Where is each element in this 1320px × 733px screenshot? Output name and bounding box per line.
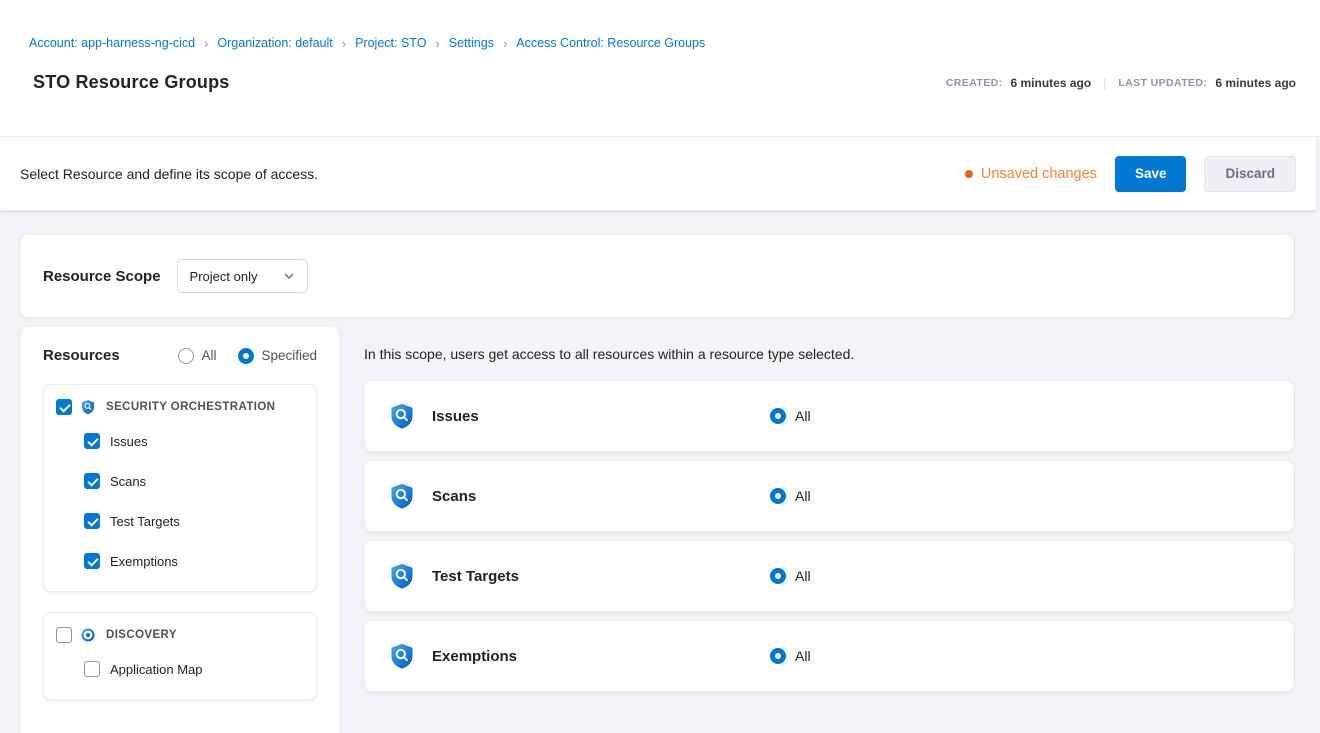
checkbox-label: Scans [110,474,146,489]
chevron-right-icon: › [435,37,439,50]
breadcrumb-resource-groups-link[interactable]: Access Control: Resource Groups [516,36,705,50]
resource-checkbox-application-map[interactable]: Application Map [84,649,302,689]
discard-button[interactable]: Discard [1204,156,1296,192]
radio-unselected-icon[interactable] [178,348,194,364]
resource-row-radio-all[interactable]: All [770,408,811,424]
resource-row-label: Issues [432,408,770,425]
resource-scope-label: Resource Scope [43,268,161,285]
checkbox-unchecked-icon[interactable] [84,661,100,677]
chevron-right-icon: › [342,37,346,50]
radio-selected-icon[interactable] [770,568,786,584]
chevron-right-icon: › [503,37,507,50]
group-checkbox-checked[interactable] [56,399,72,415]
resources-panel-title: Resources [43,347,120,364]
checkbox-label: Application Map [110,662,203,677]
save-button[interactable]: Save [1115,156,1187,192]
resource-scope-card: Resource Scope Project only [20,234,1294,318]
radio-selected-icon[interactable] [770,648,786,664]
breadcrumb-settings-link[interactable]: Settings [449,36,494,50]
last-updated-value: 6 minutes ago [1215,76,1296,90]
group-checkbox-unchecked[interactable] [56,627,72,643]
resources-radio-specified[interactable]: Specified [238,348,317,364]
group-header: DISCOVERY [56,627,302,643]
group-name: SECURITY ORCHESTRATION [106,401,275,413]
created-label: CREATED: [946,77,1003,89]
checkbox-label: Test Targets [110,514,180,529]
resource-row-scans: Scans All [364,460,1294,532]
radio-selected-icon[interactable] [770,408,786,424]
action-toolbar: Select Resource and define its scope of … [0,137,1316,210]
radio-all-label: All [201,348,216,363]
resource-row-test-targets: Test Targets All [364,540,1294,612]
resource-row-exemptions: Exemptions All [364,620,1294,692]
last-updated-label: LAST UPDATED: [1118,77,1207,89]
unsaved-changes-label: Unsaved changes [981,166,1097,182]
resource-checkbox-test-targets[interactable]: Test Targets [84,501,302,541]
breadcrumb-project-link[interactable]: Project: STO [355,36,426,50]
resource-row-label: Exemptions [432,648,770,665]
resource-scope-selected-value: Project only [190,269,258,284]
resource-row-radio-all[interactable]: All [770,488,811,504]
chevron-right-icon: › [204,37,208,50]
timestamps: CREATED: 6 minutes ago | LAST UPDATED: 6… [946,76,1296,90]
radio-all-label: All [795,568,811,584]
page-title: STO Resource Groups [33,72,230,93]
shield-search-icon [80,399,96,415]
created-value: 6 minutes ago [1011,76,1092,90]
chevron-down-icon [283,270,295,282]
shield-search-icon [388,482,416,510]
checkbox-label: Exemptions [110,554,178,569]
unsaved-changes-indicator: Unsaved changes [965,166,1097,182]
checkbox-checked-icon[interactable] [84,513,100,529]
breadcrumb: Account: app-harness-ng-cicd › Organizat… [29,36,1296,50]
main-content: Resource Scope Project only Resources Al… [0,210,1320,733]
discovery-icon [80,627,96,643]
checkbox-checked-icon[interactable] [84,433,100,449]
resources-radio-all[interactable]: All [178,348,216,364]
resource-group-discovery: DISCOVERY Application Map [43,612,317,700]
resource-group-security-orchestration: SECURITY ORCHESTRATION Issues Scans Test… [43,384,317,592]
resources-panel: Resources All Specified SECURITY ORCHEST… [20,326,340,733]
shield-search-icon [388,562,416,590]
shield-search-icon [388,642,416,670]
breadcrumb-organization-link[interactable]: Organization: default [217,36,332,50]
group-name: DISCOVERY [106,629,177,641]
group-header: SECURITY ORCHESTRATION [56,399,302,415]
resource-row-radio-all[interactable]: All [770,648,811,664]
checkbox-checked-icon[interactable] [84,473,100,489]
resource-scope-dropdown[interactable]: Project only [177,259,309,293]
resource-checkbox-exemptions[interactable]: Exemptions [84,541,302,581]
resource-row-radio-all[interactable]: All [770,568,811,584]
resource-checkbox-issues[interactable]: Issues [84,421,302,461]
checkbox-label: Issues [110,434,148,449]
resource-row-issues: Issues All [364,380,1294,452]
unsaved-dot-icon [965,170,973,178]
radio-selected-icon[interactable] [770,488,786,504]
toolbar-description: Select Resource and define its scope of … [20,166,318,182]
page-header: Account: app-harness-ng-cicd › Organizat… [0,0,1320,137]
shield-search-icon [388,402,416,430]
scope-description: In this scope, users get access to all r… [364,346,1294,362]
meta-divider: | [1103,76,1106,90]
resource-row-label: Scans [432,488,770,505]
breadcrumb-account-link[interactable]: Account: app-harness-ng-cicd [29,36,195,50]
resource-row-label: Test Targets [432,568,770,585]
checkbox-checked-icon[interactable] [84,553,100,569]
radio-all-label: All [795,648,811,664]
radio-specified-label: Specified [261,348,317,363]
resource-rows-area: In this scope, users get access to all r… [364,326,1294,700]
resource-checkbox-scans[interactable]: Scans [84,461,302,501]
radio-selected-icon[interactable] [238,348,254,364]
radio-all-label: All [795,488,811,504]
radio-all-label: All [795,408,811,424]
